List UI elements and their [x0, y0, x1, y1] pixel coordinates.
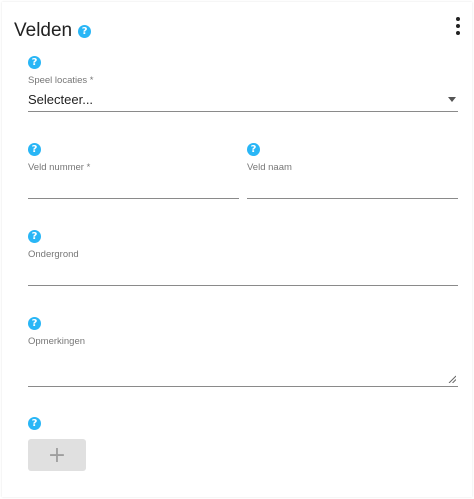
ondergrond-input[interactable]	[28, 285, 458, 286]
add-button[interactable]: +	[28, 439, 86, 471]
more-vert-icon[interactable]	[454, 17, 462, 35]
veld-nummer-label: Veld nummer *	[28, 162, 91, 173]
help-icon[interactable]: ?	[28, 56, 41, 69]
chevron-down-icon[interactable]	[448, 97, 456, 102]
card-title: Velden	[14, 20, 73, 41]
opmerkingen-textarea[interactable]	[28, 386, 458, 387]
velden-card: Velden ? ? Speel locaties * Selecteer...…	[2, 2, 472, 497]
veld-naam-label: Veld naam	[247, 162, 292, 173]
add-help: ?	[28, 417, 42, 431]
veld-naam-input[interactable]	[247, 198, 458, 199]
card-header: Velden ?	[14, 20, 92, 42]
speel-locaties-field: ? Speel locaties * Selecteer...	[28, 56, 458, 112]
help-icon[interactable]: ?	[28, 143, 41, 156]
speel-locaties-select[interactable]: Selecteer...	[28, 92, 93, 107]
veld-naam-field[interactable]: ? Veld naam	[247, 143, 458, 199]
veld-nummer-input[interactable]	[28, 198, 239, 199]
resize-handle-icon[interactable]	[448, 375, 456, 383]
help-icon[interactable]: ?	[28, 230, 41, 243]
field-underline	[28, 111, 458, 112]
opmerkingen-field[interactable]: ? Opmerkingen	[28, 317, 458, 387]
help-icon[interactable]: ?	[28, 317, 41, 330]
speel-locaties-label: Speel locaties *	[28, 75, 94, 86]
ondergrond-field[interactable]: ? Ondergrond	[28, 230, 458, 286]
help-icon[interactable]: ?	[28, 417, 41, 430]
help-icon[interactable]: ?	[247, 143, 260, 156]
ondergrond-label: Ondergrond	[28, 249, 79, 260]
veld-nummer-field[interactable]: ? Veld nummer *	[28, 143, 239, 199]
opmerkingen-label: Opmerkingen	[28, 336, 86, 347]
help-icon[interactable]: ?	[78, 24, 92, 38]
